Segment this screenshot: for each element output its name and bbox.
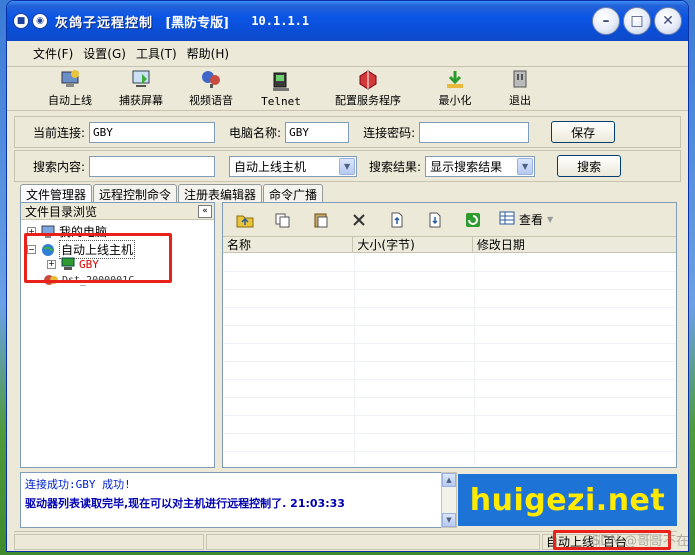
menu-settings[interactable]: 设置(G) [83, 45, 126, 62]
system-menu-icon[interactable]: ■ [13, 13, 29, 29]
menu-file[interactable]: 文件(F) [33, 45, 73, 62]
log-line-1: 连接成功:GBY 成功! [25, 478, 131, 491]
file-list-header: 名称 大小(字节) 修改日期 [223, 237, 676, 253]
file-list-body[interactable] [223, 254, 676, 467]
menu-help[interactable]: 帮助(H) [187, 45, 229, 62]
status-cell-1 [14, 533, 204, 550]
scroll-up-icon[interactable]: ▲ [442, 473, 456, 487]
auto-online-button[interactable]: 自动上线 [35, 67, 105, 110]
log-scrollbar[interactable]: ▲ ▼ [441, 472, 457, 528]
file-toolbar: 查看 ▼ [223, 203, 676, 237]
video-voice-icon [197, 67, 225, 91]
search-content-label: 搜索内容: [33, 159, 86, 174]
exit-icon [506, 67, 534, 91]
capture-screen-icon [127, 67, 155, 91]
window-version: 10.1.1.1 [251, 14, 310, 28]
column-size[interactable]: 大小(字节) [353, 237, 473, 252]
config-service-button[interactable]: 配置服务程序 [317, 67, 419, 110]
video-voice-button[interactable]: 视频语音 [177, 67, 245, 110]
column-divider [474, 254, 475, 467]
view-icon [499, 211, 515, 228]
search-scope-select[interactable]: 自动上线主机 ▼ [229, 155, 358, 177]
log-output: 连接成功:GBY 成功! 驱动器列表读取完毕,现在可以对主机进行远程控制了. 2… [20, 472, 443, 528]
scroll-down-icon[interactable]: ▼ [442, 513, 456, 527]
window-title: 灰鸽子远程控制 [55, 15, 154, 31]
main-toolbar: 自动上线 捕获屏幕 视频语音 Telnet 配置服务程序 最小化 退出 [7, 67, 688, 111]
copy-icon[interactable] [271, 209, 295, 231]
title-bar[interactable]: ■ ◉ 灰鸽子远程控制 [黑防专版] 10.1.1.1 – □ ✕ [7, 1, 688, 41]
ad-banner[interactable]: huigezi.net [458, 474, 677, 526]
telnet-icon [267, 70, 295, 94]
tab-strip: 文件管理器 远程控制命令 注册表编辑器 命令广播 [20, 184, 324, 202]
menu-tools[interactable]: 工具(T) [136, 45, 177, 62]
delete-icon[interactable] [347, 209, 371, 231]
highlight-auto-online [24, 233, 172, 283]
column-modified[interactable]: 修改日期 [473, 237, 676, 252]
close-window-button[interactable]: ✕ [654, 7, 682, 35]
capture-screen-button[interactable]: 捕获屏幕 [105, 67, 177, 110]
view-menu-button[interactable]: 查看 ▼ [499, 211, 553, 228]
window-controls: – □ ✕ [592, 7, 682, 35]
minimize-button[interactable]: 最小化 [419, 67, 491, 110]
current-connection-input[interactable]: GBY [89, 121, 216, 143]
tree-header: 文件目录浏览 « [21, 203, 214, 220]
upload-icon[interactable] [385, 209, 409, 231]
search-row: 搜索内容: 自动上线主机 ▼ 搜索结果: 显示搜索结果 ▼ 搜索 [14, 150, 681, 182]
chevron-down-icon: ▼ [547, 215, 554, 224]
watermark: CSDN @哥哥不在 [582, 534, 689, 549]
tab-registry-editor[interactable]: 注册表编辑器 [178, 184, 263, 202]
telnet-button[interactable]: Telnet [245, 70, 317, 110]
maximize-window-button[interactable]: □ [623, 7, 651, 35]
window-badge: [黑防专版] [165, 15, 230, 31]
menu-bar: 文件(F) 设置(G) 工具(T) 帮助(H) [7, 41, 688, 67]
column-divider [354, 254, 355, 467]
search-button[interactable]: 搜索 [557, 155, 622, 177]
connection-password-label: 连接密码: [363, 125, 416, 140]
up-folder-icon[interactable] [233, 209, 257, 231]
chevron-down-icon[interactable]: ▼ [339, 157, 356, 175]
column-name[interactable]: 名称 [223, 237, 354, 252]
search-content-input[interactable] [89, 155, 216, 177]
rollup-icon[interactable]: ◉ [32, 13, 48, 29]
tab-command-broadcast[interactable]: 命令广播 [263, 184, 324, 202]
computer-name-label: 电脑名称: [229, 125, 282, 140]
tab-remote-commands[interactable]: 远程控制命令 [93, 184, 178, 202]
paste-icon[interactable] [309, 209, 333, 231]
search-result-label: 搜索结果: [369, 159, 422, 174]
collapse-pane-icon[interactable]: « [198, 204, 212, 218]
computer-name-input[interactable]: GBY [285, 121, 350, 143]
status-cell-2 [206, 533, 540, 550]
current-connection-label: 当前连接: [33, 125, 86, 140]
refresh-icon[interactable] [461, 209, 485, 231]
connection-row: 当前连接: GBY 电脑名称: GBY 连接密码: 保存 [14, 116, 681, 148]
tab-file-manager[interactable]: 文件管理器 [20, 184, 93, 202]
minimize-icon [441, 67, 469, 91]
minimize-window-button[interactable]: – [592, 7, 620, 35]
log-line-2: 驱动器列表读取完毕,现在可以对主机进行远程控制了. 21:03:33 [25, 497, 345, 510]
download-icon[interactable] [423, 209, 447, 231]
connection-password-input[interactable] [419, 121, 530, 143]
exit-button[interactable]: 退出 [491, 67, 549, 110]
config-service-icon [354, 67, 382, 91]
save-button[interactable]: 保存 [551, 121, 616, 143]
chevron-down-icon[interactable]: ▼ [517, 157, 534, 175]
auto-online-icon [56, 67, 84, 91]
banner-text: huigezi.net [469, 482, 666, 518]
search-result-select[interactable]: 显示搜索结果 ▼ [425, 155, 536, 177]
file-list-pane: 查看 ▼ 名称 大小(字节) 修改日期 [222, 202, 677, 468]
